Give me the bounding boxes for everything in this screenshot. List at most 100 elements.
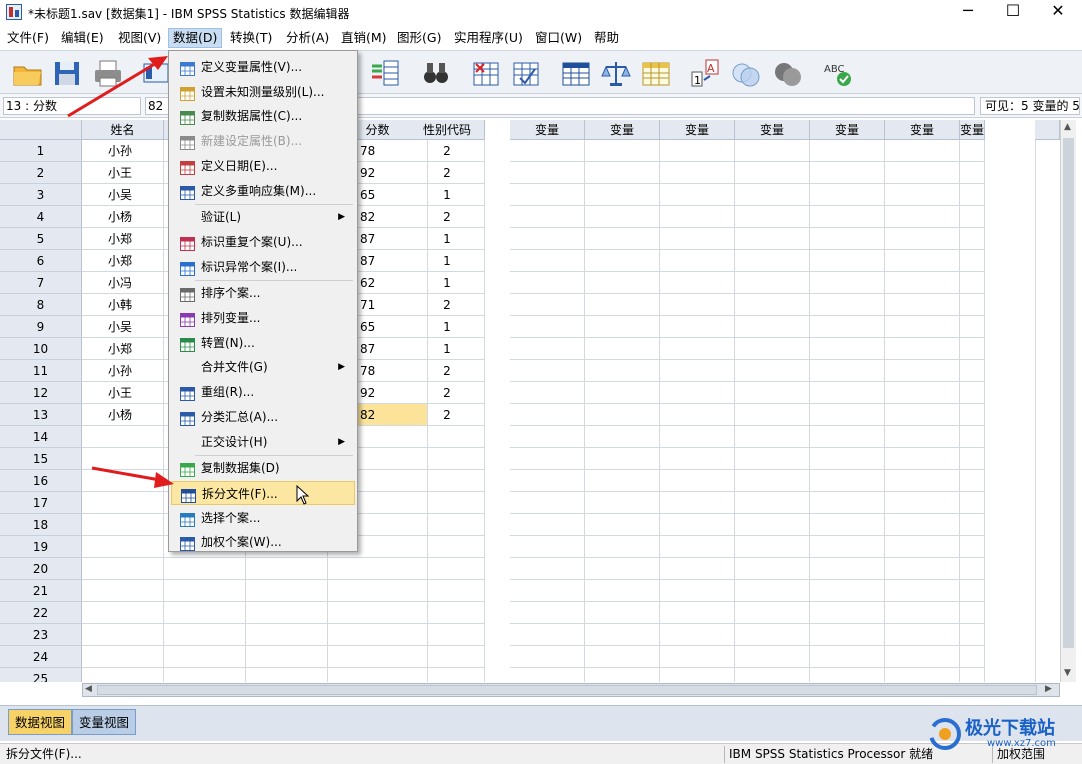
table-cell[interactable] (735, 580, 810, 602)
table-cell[interactable] (585, 624, 660, 646)
menu-view[interactable]: 视图(V) (114, 28, 165, 48)
menu-item-submenu-6[interactable]: 验证(L) ▶ (171, 205, 355, 229)
table-cell[interactable] (410, 426, 485, 448)
table-cell[interactable] (585, 338, 660, 360)
horizontal-scrollbar[interactable]: ◀ ▶ (82, 683, 1060, 697)
scroll-down-icon[interactable]: ▼ (1064, 668, 1071, 678)
menu-window[interactable]: 窗口(W) (531, 28, 586, 48)
table-cell[interactable] (510, 162, 585, 184)
table-cell[interactable]: 1 (410, 184, 485, 206)
table-cell[interactable] (960, 492, 985, 514)
table-cell[interactable] (735, 624, 810, 646)
table-cell[interactable] (1035, 602, 1036, 624)
table-cell[interactable] (585, 426, 660, 448)
table-cell[interactable] (735, 206, 810, 228)
table-cell[interactable] (735, 448, 810, 470)
table-cell[interactable] (810, 184, 885, 206)
row-number[interactable]: 11 (0, 360, 82, 382)
menu-item-set-measurement-level[interactable]: 设置未知测量级别(L)... (171, 80, 355, 104)
table-cell[interactable] (410, 624, 485, 646)
table-cell[interactable] (1035, 206, 1036, 228)
table-cell[interactable] (885, 228, 960, 250)
select-cases-icon[interactable] (640, 58, 672, 88)
table-cell[interactable] (885, 470, 960, 492)
table-cell[interactable]: 2 (410, 140, 485, 162)
table-cell[interactable] (735, 514, 810, 536)
vertical-scrollbar[interactable]: ▲ ▼ (1060, 120, 1076, 682)
table-cell[interactable] (1035, 536, 1036, 558)
column-header[interactable]: 变量 (735, 120, 810, 140)
table-cell[interactable] (1035, 360, 1036, 382)
save-icon[interactable] (52, 58, 84, 88)
table-cell[interactable] (810, 404, 885, 426)
table-cell[interactable] (660, 140, 735, 162)
table-cell[interactable] (1035, 558, 1036, 580)
table-cell[interactable] (510, 426, 585, 448)
column-header[interactable]: 变量 (960, 120, 985, 140)
table-cell[interactable] (510, 294, 585, 316)
table-cell[interactable] (510, 492, 585, 514)
menu-item-copy-dataset[interactable]: 复制数据集(D) (171, 456, 355, 480)
spell-check-icon[interactable]: ABC (822, 58, 854, 88)
menu-item-transpose[interactable]: 转置(N)... (171, 331, 355, 355)
table-cell[interactable] (246, 580, 328, 602)
table-cell[interactable] (885, 404, 960, 426)
table-cell[interactable] (510, 338, 585, 360)
tab-variable-view[interactable]: 变量视图 (72, 709, 137, 735)
table-cell[interactable]: 2 (410, 360, 485, 382)
table-cell[interactable] (885, 558, 960, 580)
row-number[interactable]: 4 (0, 206, 82, 228)
table-cell[interactable] (410, 536, 485, 558)
table-cell[interactable] (585, 206, 660, 228)
table-cell[interactable] (735, 426, 810, 448)
table-cell[interactable] (1035, 646, 1036, 668)
table-cell[interactable] (735, 272, 810, 294)
table-cell[interactable] (510, 316, 585, 338)
table-cell[interactable] (585, 558, 660, 580)
table-cell[interactable] (810, 646, 885, 668)
table-cell[interactable] (810, 448, 885, 470)
table-cell[interactable] (660, 316, 735, 338)
menu-item-split-file[interactable]: 拆分文件(F)... (171, 480, 355, 505)
table-cell[interactable] (735, 558, 810, 580)
table-cell[interactable] (960, 624, 985, 646)
menu-item-sort-variables[interactable]: 排列变量... (171, 306, 355, 330)
table-cell[interactable] (164, 558, 246, 580)
table-cell[interactable] (585, 602, 660, 624)
column-header[interactable]: 变量 (885, 120, 960, 140)
table-cell[interactable] (164, 624, 246, 646)
table-cell[interactable] (82, 470, 164, 492)
table-cell[interactable] (1035, 404, 1036, 426)
close-button[interactable]: ✕ (1035, 0, 1081, 24)
table-cell[interactable] (1035, 184, 1036, 206)
table-cell[interactable] (810, 426, 885, 448)
table-cell[interactable] (585, 514, 660, 536)
table-cell[interactable]: 小孙 (82, 360, 164, 382)
table-cell[interactable] (1035, 382, 1036, 404)
table-cell[interactable] (410, 580, 485, 602)
scroll-up-icon[interactable]: ▲ (1064, 122, 1071, 132)
table-cell[interactable]: 小韩 (82, 294, 164, 316)
table-cell[interactable] (585, 272, 660, 294)
table-cell[interactable] (960, 162, 985, 184)
menu-direct-marketing[interactable]: 直销(M) (337, 28, 391, 48)
table-cell[interactable]: 2 (410, 162, 485, 184)
table-cell[interactable] (885, 184, 960, 206)
row-number[interactable]: 12 (0, 382, 82, 404)
scroll-left-icon[interactable]: ◀ (85, 684, 92, 694)
table-cell[interactable] (82, 514, 164, 536)
table-cell[interactable] (735, 162, 810, 184)
table-cell[interactable] (82, 668, 164, 682)
table-cell[interactable] (960, 360, 985, 382)
table-cell[interactable]: 1 (410, 228, 485, 250)
table-cell[interactable]: 小冯 (82, 272, 164, 294)
table-cell[interactable] (885, 624, 960, 646)
table-cell[interactable] (585, 470, 660, 492)
table-cell[interactable] (510, 470, 585, 492)
insert-variable-icon[interactable] (510, 58, 542, 88)
menu-item-submenu-12[interactable]: 合并文件(G) ▶ (171, 355, 355, 379)
table-cell[interactable] (960, 426, 985, 448)
table-cell[interactable] (660, 492, 735, 514)
menu-item-aggregate[interactable]: 分类汇总(A)... (171, 405, 355, 429)
table-cell[interactable] (510, 360, 585, 382)
